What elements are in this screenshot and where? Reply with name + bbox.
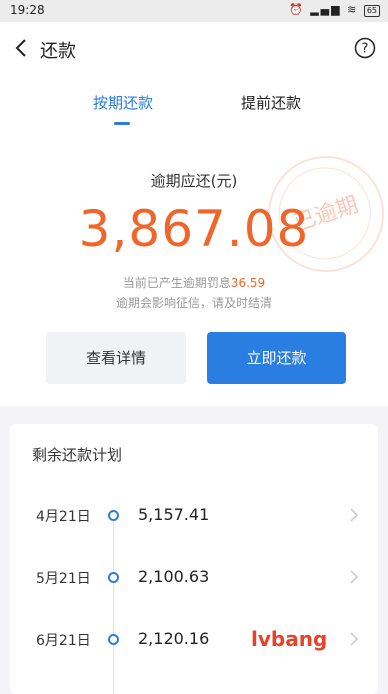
penalty-amount: 36.59 — [230, 276, 266, 290]
plan-row-amount: 2,120.16 — [138, 629, 210, 648]
plan-row-amount: 2,100.63 — [138, 567, 210, 586]
plan-row-date: 6月21日 — [36, 633, 91, 649]
credit-note: 逾期会影响征信，请及时结清 — [115, 296, 272, 310]
timeline-dot-icon — [108, 572, 119, 583]
watermark-logo: lvbang — [251, 627, 328, 651]
plan-row-date: 4月21日 — [36, 509, 91, 525]
alarm-icon: ⏰ — [289, 3, 305, 16]
timeline-dot-icon — [108, 510, 119, 521]
timeline-dot-icon — [108, 634, 119, 645]
status-bar: 19:28 ⏰ ▂▄▆ ≋ 65 — [0, 0, 388, 22]
plan-row-amount: 5,157.41 — [138, 505, 210, 524]
view-details-button[interactable]: 查看详情 — [46, 332, 186, 384]
penalty-prefix: 当前已产生逾期罚息 — [122, 276, 231, 290]
svg-text:?: ? — [362, 42, 369, 57]
plan-row[interactable]: 5月21日 2,100.63 — [10, 560, 378, 596]
overdue-label: 逾期应还(元) — [150, 172, 238, 190]
page-header: 还款 ? — [0, 22, 388, 76]
status-time: 19:28 — [10, 3, 45, 17]
wifi-icon: ≋ — [347, 3, 359, 16]
overdue-panel: 已逾期 逾期应还(元) 3,867.08 当前已产生逾期罚息36.59 逾期会影… — [0, 126, 388, 406]
signal-icon: ▂▄▆ — [310, 3, 342, 16]
tab-scheduled-repay[interactable]: 按期还款 — [93, 92, 153, 113]
tab-indicator — [114, 122, 130, 125]
repay-tabs: 按期还款 提前还款 — [0, 76, 388, 126]
chevron-right-icon — [350, 508, 359, 522]
chevron-right-icon — [350, 632, 359, 646]
plan-row[interactable]: 4月21日 5,157.41 — [10, 498, 378, 534]
battery-icon: 65 — [363, 5, 380, 17]
back-arrow-icon[interactable] — [10, 35, 36, 61]
plan-row-date: 5月21日 — [36, 571, 91, 587]
help-icon[interactable]: ? — [354, 37, 376, 59]
plan-title: 剩余还款计划 — [32, 446, 123, 464]
overdue-amount: 3,867.08 — [78, 200, 310, 258]
penalty-line: 当前已产生逾期罚息36.59 — [0, 274, 388, 291]
tab-early-repay[interactable]: 提前还款 — [241, 92, 301, 113]
timeline-line — [113, 514, 114, 694]
page-title: 还款 — [40, 41, 76, 62]
repay-now-button[interactable]: 立即还款 — [207, 332, 346, 384]
chevron-right-icon — [350, 570, 359, 584]
repayment-plan-card: 剩余还款计划 4月21日 5,157.41 5月21日 2,100.63 6月2… — [10, 424, 378, 694]
status-icons: ⏰ ▂▄▆ ≋ 65 — [289, 3, 380, 17]
